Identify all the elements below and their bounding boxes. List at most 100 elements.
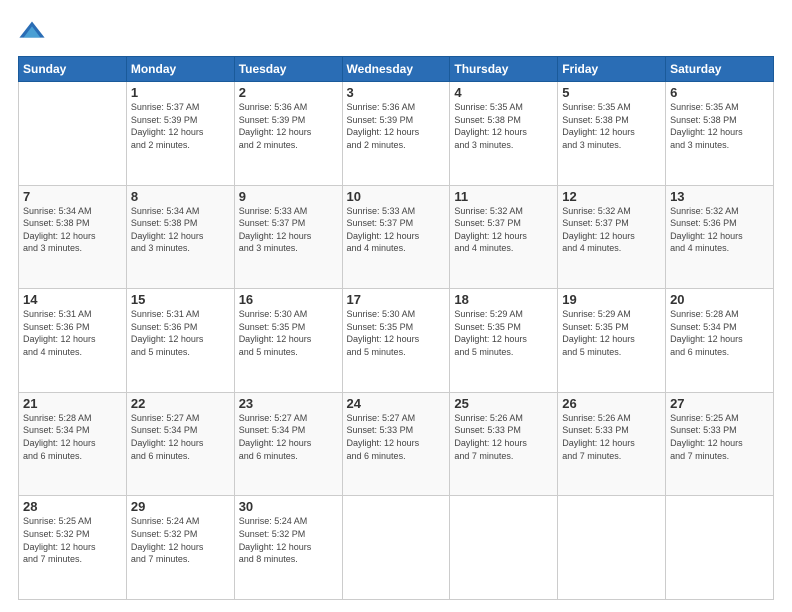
calendar-cell: 30Sunrise: 5:24 AM Sunset: 5:32 PM Dayli… (234, 496, 342, 600)
day-info: Sunrise: 5:27 AM Sunset: 5:34 PM Dayligh… (239, 412, 338, 462)
day-number: 14 (23, 292, 122, 307)
calendar-header-row: SundayMondayTuesdayWednesdayThursdayFrid… (19, 57, 774, 82)
day-info: Sunrise: 5:36 AM Sunset: 5:39 PM Dayligh… (239, 101, 338, 151)
day-info: Sunrise: 5:34 AM Sunset: 5:38 PM Dayligh… (131, 205, 230, 255)
calendar-cell: 25Sunrise: 5:26 AM Sunset: 5:33 PM Dayli… (450, 392, 558, 496)
calendar-cell (450, 496, 558, 600)
calendar-cell (342, 496, 450, 600)
logo-icon (18, 18, 46, 46)
calendar-cell: 5Sunrise: 5:35 AM Sunset: 5:38 PM Daylig… (558, 82, 666, 186)
calendar-cell: 13Sunrise: 5:32 AM Sunset: 5:36 PM Dayli… (666, 185, 774, 289)
day-info: Sunrise: 5:29 AM Sunset: 5:35 PM Dayligh… (454, 308, 553, 358)
calendar-weekday-saturday: Saturday (666, 57, 774, 82)
day-number: 26 (562, 396, 661, 411)
day-number: 20 (670, 292, 769, 307)
logo (18, 18, 50, 46)
calendar-week-row: 1Sunrise: 5:37 AM Sunset: 5:39 PM Daylig… (19, 82, 774, 186)
day-info: Sunrise: 5:34 AM Sunset: 5:38 PM Dayligh… (23, 205, 122, 255)
day-info: Sunrise: 5:36 AM Sunset: 5:39 PM Dayligh… (347, 101, 446, 151)
day-info: Sunrise: 5:25 AM Sunset: 5:33 PM Dayligh… (670, 412, 769, 462)
day-number: 18 (454, 292, 553, 307)
day-number: 5 (562, 85, 661, 100)
calendar-week-row: 14Sunrise: 5:31 AM Sunset: 5:36 PM Dayli… (19, 289, 774, 393)
calendar-week-row: 28Sunrise: 5:25 AM Sunset: 5:32 PM Dayli… (19, 496, 774, 600)
calendar-table: SundayMondayTuesdayWednesdayThursdayFrid… (18, 56, 774, 600)
calendar-cell: 4Sunrise: 5:35 AM Sunset: 5:38 PM Daylig… (450, 82, 558, 186)
day-info: Sunrise: 5:28 AM Sunset: 5:34 PM Dayligh… (670, 308, 769, 358)
day-info: Sunrise: 5:26 AM Sunset: 5:33 PM Dayligh… (562, 412, 661, 462)
calendar-weekday-sunday: Sunday (19, 57, 127, 82)
day-number: 24 (347, 396, 446, 411)
page: SundayMondayTuesdayWednesdayThursdayFrid… (0, 0, 792, 612)
calendar-cell: 2Sunrise: 5:36 AM Sunset: 5:39 PM Daylig… (234, 82, 342, 186)
calendar-cell: 21Sunrise: 5:28 AM Sunset: 5:34 PM Dayli… (19, 392, 127, 496)
day-info: Sunrise: 5:32 AM Sunset: 5:36 PM Dayligh… (670, 205, 769, 255)
day-info: Sunrise: 5:25 AM Sunset: 5:32 PM Dayligh… (23, 515, 122, 565)
calendar-cell: 3Sunrise: 5:36 AM Sunset: 5:39 PM Daylig… (342, 82, 450, 186)
day-info: Sunrise: 5:28 AM Sunset: 5:34 PM Dayligh… (23, 412, 122, 462)
calendar-cell: 23Sunrise: 5:27 AM Sunset: 5:34 PM Dayli… (234, 392, 342, 496)
day-number: 13 (670, 189, 769, 204)
day-number: 6 (670, 85, 769, 100)
day-number: 19 (562, 292, 661, 307)
day-info: Sunrise: 5:31 AM Sunset: 5:36 PM Dayligh… (131, 308, 230, 358)
calendar-cell: 28Sunrise: 5:25 AM Sunset: 5:32 PM Dayli… (19, 496, 127, 600)
day-info: Sunrise: 5:30 AM Sunset: 5:35 PM Dayligh… (347, 308, 446, 358)
calendar-cell: 16Sunrise: 5:30 AM Sunset: 5:35 PM Dayli… (234, 289, 342, 393)
calendar-cell (558, 496, 666, 600)
calendar-cell: 9Sunrise: 5:33 AM Sunset: 5:37 PM Daylig… (234, 185, 342, 289)
calendar-cell: 11Sunrise: 5:32 AM Sunset: 5:37 PM Dayli… (450, 185, 558, 289)
day-info: Sunrise: 5:27 AM Sunset: 5:34 PM Dayligh… (131, 412, 230, 462)
day-number: 28 (23, 499, 122, 514)
calendar-cell: 26Sunrise: 5:26 AM Sunset: 5:33 PM Dayli… (558, 392, 666, 496)
day-number: 8 (131, 189, 230, 204)
calendar-weekday-friday: Friday (558, 57, 666, 82)
day-info: Sunrise: 5:33 AM Sunset: 5:37 PM Dayligh… (347, 205, 446, 255)
calendar-cell: 17Sunrise: 5:30 AM Sunset: 5:35 PM Dayli… (342, 289, 450, 393)
day-info: Sunrise: 5:37 AM Sunset: 5:39 PM Dayligh… (131, 101, 230, 151)
day-info: Sunrise: 5:26 AM Sunset: 5:33 PM Dayligh… (454, 412, 553, 462)
calendar-cell: 10Sunrise: 5:33 AM Sunset: 5:37 PM Dayli… (342, 185, 450, 289)
calendar-cell: 8Sunrise: 5:34 AM Sunset: 5:38 PM Daylig… (126, 185, 234, 289)
day-info: Sunrise: 5:32 AM Sunset: 5:37 PM Dayligh… (454, 205, 553, 255)
day-info: Sunrise: 5:31 AM Sunset: 5:36 PM Dayligh… (23, 308, 122, 358)
calendar-weekday-thursday: Thursday (450, 57, 558, 82)
day-number: 23 (239, 396, 338, 411)
day-number: 12 (562, 189, 661, 204)
calendar-cell: 6Sunrise: 5:35 AM Sunset: 5:38 PM Daylig… (666, 82, 774, 186)
day-number: 16 (239, 292, 338, 307)
calendar-cell (666, 496, 774, 600)
calendar-cell: 20Sunrise: 5:28 AM Sunset: 5:34 PM Dayli… (666, 289, 774, 393)
day-number: 25 (454, 396, 553, 411)
day-number: 3 (347, 85, 446, 100)
header (18, 18, 774, 46)
calendar-cell: 27Sunrise: 5:25 AM Sunset: 5:33 PM Dayli… (666, 392, 774, 496)
day-info: Sunrise: 5:35 AM Sunset: 5:38 PM Dayligh… (454, 101, 553, 151)
day-number: 1 (131, 85, 230, 100)
calendar-cell: 24Sunrise: 5:27 AM Sunset: 5:33 PM Dayli… (342, 392, 450, 496)
calendar-week-row: 21Sunrise: 5:28 AM Sunset: 5:34 PM Dayli… (19, 392, 774, 496)
calendar-cell: 22Sunrise: 5:27 AM Sunset: 5:34 PM Dayli… (126, 392, 234, 496)
day-number: 4 (454, 85, 553, 100)
day-info: Sunrise: 5:30 AM Sunset: 5:35 PM Dayligh… (239, 308, 338, 358)
day-info: Sunrise: 5:29 AM Sunset: 5:35 PM Dayligh… (562, 308, 661, 358)
day-info: Sunrise: 5:27 AM Sunset: 5:33 PM Dayligh… (347, 412, 446, 462)
day-number: 2 (239, 85, 338, 100)
day-info: Sunrise: 5:24 AM Sunset: 5:32 PM Dayligh… (131, 515, 230, 565)
day-info: Sunrise: 5:24 AM Sunset: 5:32 PM Dayligh… (239, 515, 338, 565)
calendar-cell: 19Sunrise: 5:29 AM Sunset: 5:35 PM Dayli… (558, 289, 666, 393)
calendar-cell: 15Sunrise: 5:31 AM Sunset: 5:36 PM Dayli… (126, 289, 234, 393)
calendar-cell: 1Sunrise: 5:37 AM Sunset: 5:39 PM Daylig… (126, 82, 234, 186)
calendar-weekday-monday: Monday (126, 57, 234, 82)
calendar-cell: 18Sunrise: 5:29 AM Sunset: 5:35 PM Dayli… (450, 289, 558, 393)
calendar-cell: 29Sunrise: 5:24 AM Sunset: 5:32 PM Dayli… (126, 496, 234, 600)
calendar-week-row: 7Sunrise: 5:34 AM Sunset: 5:38 PM Daylig… (19, 185, 774, 289)
day-number: 27 (670, 396, 769, 411)
day-number: 30 (239, 499, 338, 514)
day-number: 22 (131, 396, 230, 411)
calendar-cell: 12Sunrise: 5:32 AM Sunset: 5:37 PM Dayli… (558, 185, 666, 289)
day-number: 29 (131, 499, 230, 514)
calendar-cell: 14Sunrise: 5:31 AM Sunset: 5:36 PM Dayli… (19, 289, 127, 393)
day-number: 21 (23, 396, 122, 411)
day-number: 17 (347, 292, 446, 307)
